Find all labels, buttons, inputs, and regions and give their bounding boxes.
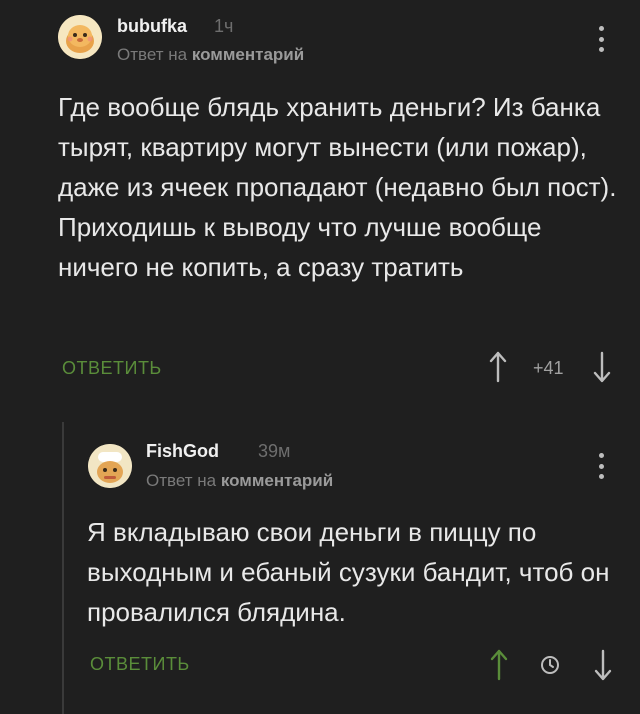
comment-text: Я вкладываю свои деньги в пиццу по выход… [87, 517, 610, 627]
reply-prefix: Ответ на [117, 45, 188, 64]
author-name[interactable]: bubufka [117, 16, 187, 37]
arrow-down-icon[interactable] [593, 649, 613, 681]
reply-to-link[interactable]: комментарий [192, 45, 304, 64]
timestamp: 1ч [214, 16, 234, 36]
reply-to-link[interactable]: комментарий [221, 471, 333, 490]
reply-to-label: Ответ на комментарий [146, 471, 333, 491]
more-vertical-icon[interactable] [597, 26, 605, 52]
reply-button[interactable]: ОТВЕТИТЬ [62, 358, 162, 379]
avatar[interactable] [88, 444, 132, 488]
reply-prefix: Ответ на [146, 471, 217, 490]
arrow-up-icon[interactable] [489, 649, 509, 681]
comment-reply: FishGod 39м Ответ на комментарий Я вклад… [62, 428, 640, 714]
comments-page: bubufka 1ч Ответ на комментарий Где вооб… [0, 0, 640, 714]
arrow-down-icon[interactable] [592, 351, 612, 383]
reply-button[interactable]: ОТВЕТИТЬ [90, 654, 190, 675]
arrow-up-icon[interactable] [488, 351, 508, 383]
author-name[interactable]: FishGod [146, 441, 219, 462]
comment: bubufka 1ч Ответ на комментарий Где вооб… [0, 0, 640, 400]
timestamp: 39м [258, 441, 291, 461]
reply-to-label: Ответ на комментарий [117, 45, 304, 65]
comment-text: Где вообще блядь хранить деньги? Из банк… [58, 92, 617, 282]
vote-score: +41 [533, 358, 564, 378]
avatar[interactable] [58, 15, 102, 59]
clock-icon [540, 655, 560, 675]
more-vertical-icon[interactable] [597, 453, 605, 479]
